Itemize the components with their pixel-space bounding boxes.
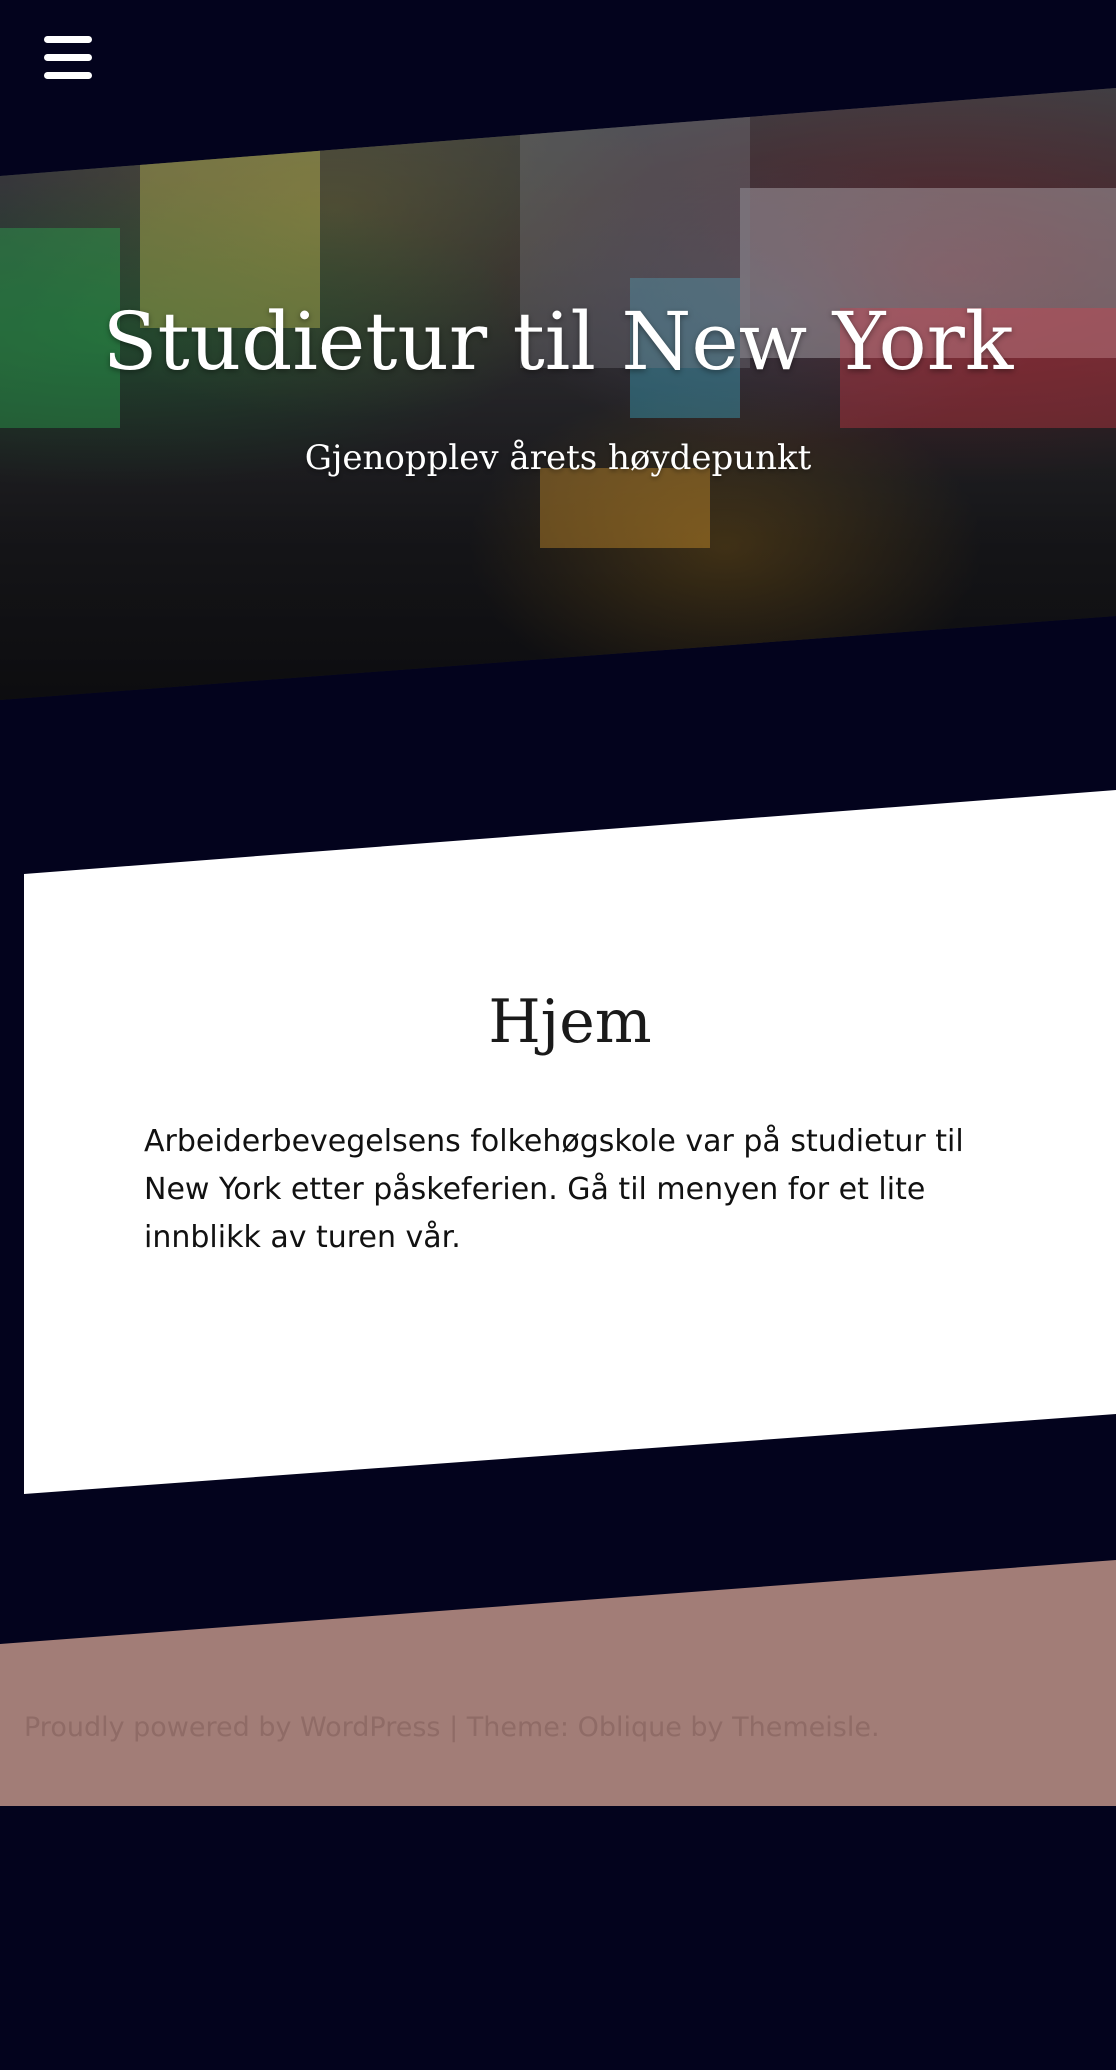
hamburger-icon[interactable]	[44, 36, 92, 80]
site-tagline: Gjenopplev årets høydepunkt	[304, 438, 812, 478]
site-footer: Proudly powered by WordPress | Theme: Ob…	[0, 1560, 1116, 1806]
themeisle-link[interactable]: Themeisle	[732, 1712, 871, 1743]
theme-label: Theme: Oblique by	[466, 1712, 733, 1743]
taxi	[540, 468, 710, 548]
page-title: Hjem	[488, 987, 652, 1057]
menu-bar	[44, 72, 92, 79]
wordpress-link[interactable]: Proudly powered by WordPress	[24, 1712, 441, 1743]
menu-bar	[44, 54, 92, 61]
hero-background-image	[0, 88, 1116, 700]
footer-period: .	[870, 1712, 880, 1743]
page-body-text: Arbeiderbevegelsens folkehøgskole var på…	[144, 1124, 964, 1255]
site-title[interactable]: Studietur til New York	[0, 294, 1116, 390]
footer-credits: Proudly powered by WordPress | Theme: Ob…	[24, 1710, 880, 1746]
content-card: Hjem Arbeiderbevegelsens folkehøgskole v…	[24, 790, 1116, 1494]
hero-banner	[0, 88, 1116, 700]
footer-separator: |	[440, 1712, 467, 1743]
menu-bar	[44, 36, 92, 43]
